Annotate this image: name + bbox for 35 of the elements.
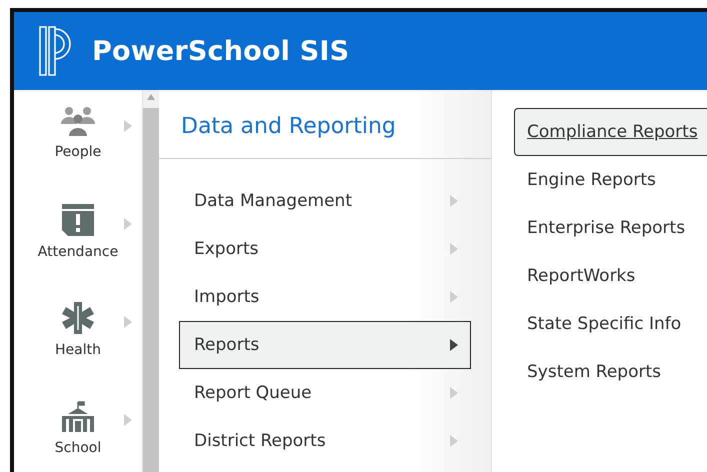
caret-icon	[450, 387, 458, 399]
medical-star-icon	[62, 302, 94, 334]
caret-icon	[450, 435, 458, 447]
app-title: PowerSchool SIS	[92, 36, 350, 66]
scroll-up-button[interactable]	[143, 90, 159, 108]
submenu-item[interactable]: ReportWorks	[514, 252, 707, 300]
menu-item[interactable]: Report Queue	[179, 369, 471, 417]
sidebar-item[interactable]: School	[14, 400, 142, 472]
caret-icon	[450, 339, 458, 351]
submenu-item[interactable]: System Reports	[514, 348, 707, 396]
submenu-item[interactable]: Engine Reports	[514, 156, 707, 204]
menu-item[interactable]: Exports	[179, 225, 471, 273]
menu-item[interactable]: Reports	[179, 321, 471, 369]
menu-item[interactable]: Imports	[179, 273, 471, 321]
caret-icon	[124, 218, 132, 230]
sidebar-item[interactable]: Health	[14, 302, 142, 400]
menu-title: Data and Reporting	[159, 90, 491, 159]
caret-icon	[450, 243, 458, 255]
submenu-item[interactable]: State Specific Info	[514, 300, 707, 348]
caret-icon	[124, 414, 132, 426]
caret-icon	[450, 195, 458, 207]
people-icon	[61, 106, 95, 136]
submenu-item[interactable]: Compliance Reports	[514, 108, 707, 156]
submenu-item[interactable]: Enterprise Reports	[514, 204, 707, 252]
sidebar-item[interactable]: Attendance	[14, 204, 142, 302]
caret-icon	[450, 291, 458, 303]
scroll-up-icon	[147, 94, 155, 100]
school-building-icon	[62, 400, 94, 432]
calendar-alert-icon	[62, 204, 94, 236]
sidebar-item[interactable]: People	[14, 106, 142, 204]
menu-item[interactable]: District Reports	[179, 417, 471, 465]
scrollbar[interactable]	[142, 90, 159, 472]
caret-icon	[124, 120, 132, 132]
menu-item[interactable]: Data Management	[179, 177, 471, 225]
caret-icon	[124, 316, 132, 328]
